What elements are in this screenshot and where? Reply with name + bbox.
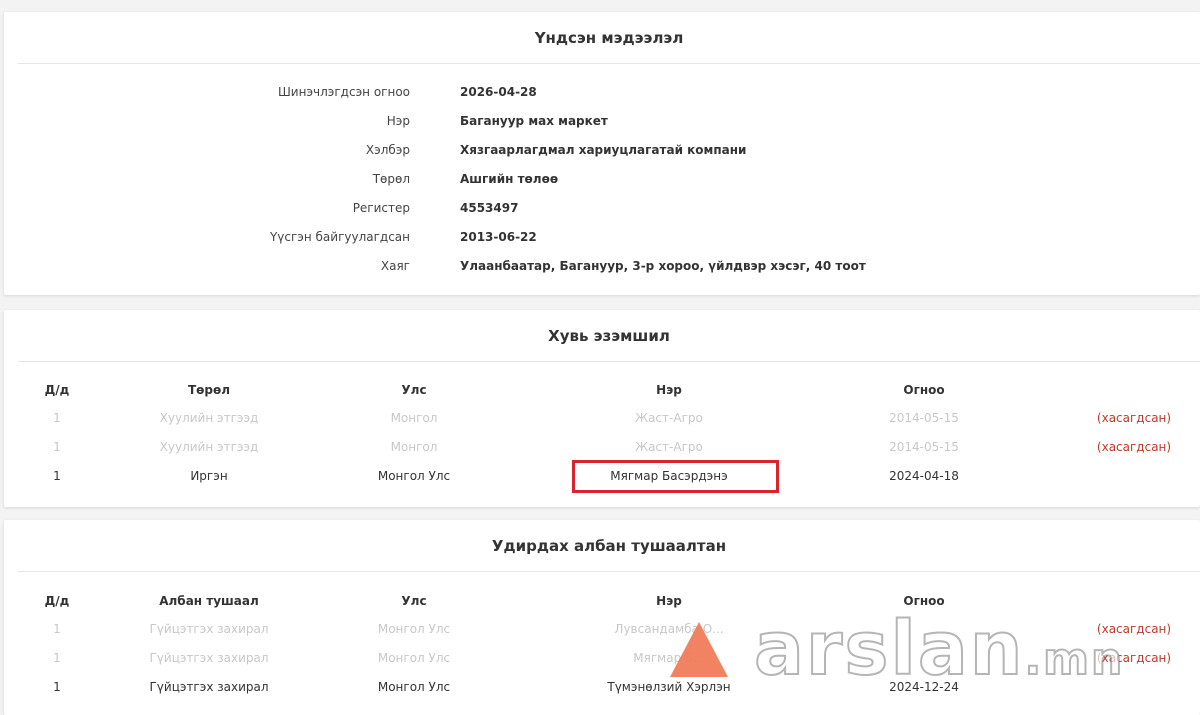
cell-position: Гүйцэтгэх захирал <box>149 651 269 665</box>
cell-country: Монгол Улс <box>377 469 451 483</box>
header-name: Нэр <box>656 383 682 397</box>
info-row-updated: Шинэчлэгдсэн огноо 2026-04-28 <box>4 78 1200 107</box>
info-label: Хэлбэр <box>365 143 410 157</box>
cell-country: Монгол <box>390 411 438 425</box>
officials-title: Удирдах албан тушаалтан <box>18 520 1200 572</box>
header-no: Д/д <box>44 594 70 608</box>
cell-type: Хуулийн этгээд <box>159 440 259 454</box>
cell-no: 1 <box>53 622 61 636</box>
info-value: 4553497 <box>460 201 519 215</box>
cell-date: 2024-04-18 <box>889 469 959 483</box>
cell-country: Монгол Улс <box>377 622 451 636</box>
ownership-title: Хувь эзэмшил <box>18 310 1200 362</box>
info-value: Хязгаарлагдмал хариуцлагатай компани <box>460 143 747 157</box>
cell-country: Монгол Улс <box>377 651 451 665</box>
info-label: Нэр <box>386 114 410 128</box>
info-label: Регистер <box>352 201 410 215</box>
header-date: Огноо <box>903 594 945 608</box>
info-row-type: Төрөл Ашгийн төлөө <box>4 165 1200 194</box>
cell-no: 1 <box>53 411 61 425</box>
cell-no: 1 <box>53 680 61 694</box>
table-row: 1 Гүйцэтгэх захирал Монгол Улс Түмэнөлзи… <box>4 673 1200 702</box>
info-label: Шинэчлэгдсэн огноо <box>277 85 410 99</box>
table-row: 1 Хуулийн этгээд Монгол Жаст-Агро 2014-0… <box>4 404 1200 433</box>
header-type: Төрөл <box>187 383 231 397</box>
header-country: Улс <box>401 383 427 397</box>
info-value: Ашгийн төлөө <box>460 172 559 186</box>
header-country: Улс <box>401 594 427 608</box>
cell-date: 2014-05-15 <box>889 440 959 454</box>
table-row: 1 Гүйцэтгэх захирал Монгол Улс Лувсандам… <box>4 615 1200 644</box>
info-value: 2026-04-28 <box>460 85 537 99</box>
header-no: Д/д <box>44 383 70 397</box>
cell-no: 1 <box>53 469 61 483</box>
cell-name: Түмэнөлзий Хэрлэн <box>607 680 731 694</box>
cell-no: 1 <box>53 651 61 665</box>
cell-date: 2014-05-15 <box>889 411 959 425</box>
cell-type: Иргэн <box>190 469 228 483</box>
info-row-register: Регистер 4553497 <box>4 194 1200 223</box>
info-row-founded: Үүсгэн байгуулагдсан 2013-06-22 <box>4 223 1200 252</box>
officials-card: Удирдах албан тушаалтан Д/д Албан тушаал… <box>4 520 1200 715</box>
info-row-name: Нэр Багануур мах маркет <box>4 107 1200 136</box>
ownership-table-header: Д/д Төрөл Улс Нэр Огноо <box>4 376 1200 404</box>
cell-country: Монгол <box>390 440 438 454</box>
cell-type: Хуулийн этгээд <box>159 411 259 425</box>
basic-info-title: Үндсэн мэдээлэл <box>18 12 1200 64</box>
basic-info-card: Үндсэн мэдээлэл Шинэчлэгдсэн огноо 2026-… <box>4 12 1200 295</box>
removed-badge: (хасагдсан) <box>1096 651 1172 665</box>
cell-date: 2024-12-24 <box>889 680 959 694</box>
info-value: 2013-06-22 <box>460 230 537 244</box>
ownership-card: Хувь эзэмшил Д/д Төрөл Улс Нэр Огноо 1 Х… <box>4 310 1200 507</box>
info-value: Багануур мах маркет <box>460 114 608 128</box>
table-row: 1 Хуулийн этгээд Монгол Жаст-Агро 2014-0… <box>4 433 1200 462</box>
highlight-box <box>572 460 779 493</box>
info-label: Хаяг <box>380 259 410 273</box>
cell-position: Гүйцэтгэх захирал <box>149 622 269 636</box>
cell-name: Мягмар Б... <box>633 651 705 665</box>
table-row: 1 Гүйцэтгэх захирал Монгол Улс Мягмар Б.… <box>4 644 1200 673</box>
removed-badge: (хасагдсан) <box>1096 411 1172 425</box>
info-label: Төрөл <box>372 172 410 186</box>
cell-name: Жаст-Агро <box>635 411 703 425</box>
removed-badge: (хасагдсан) <box>1096 440 1172 454</box>
header-position: Албан тушаал <box>159 594 259 608</box>
header-date: Огноо <box>903 383 945 397</box>
info-value: Улаанбаатар, Багануур, 3-р хороо, үйлдвэ… <box>460 259 866 273</box>
cell-country: Монгол Улс <box>377 680 451 694</box>
cell-name: Жаст-Агро <box>635 440 703 454</box>
info-row-form: Хэлбэр Хязгаарлагдмал хариуцлагатай комп… <box>4 136 1200 165</box>
officials-table-header: Д/д Албан тушаал Улс Нэр Огноо <box>4 587 1200 615</box>
info-row-address: Хаяг Улаанбаатар, Багануур, 3-р хороо, ү… <box>4 252 1200 281</box>
cell-name: Лувсандамба О... <box>614 622 724 636</box>
info-label: Үүсгэн байгуулагдсан <box>269 230 410 244</box>
cell-no: 1 <box>53 440 61 454</box>
removed-badge: (хасагдсан) <box>1096 622 1172 636</box>
cell-position: Гүйцэтгэх захирал <box>149 680 269 694</box>
header-name: Нэр <box>656 594 682 608</box>
